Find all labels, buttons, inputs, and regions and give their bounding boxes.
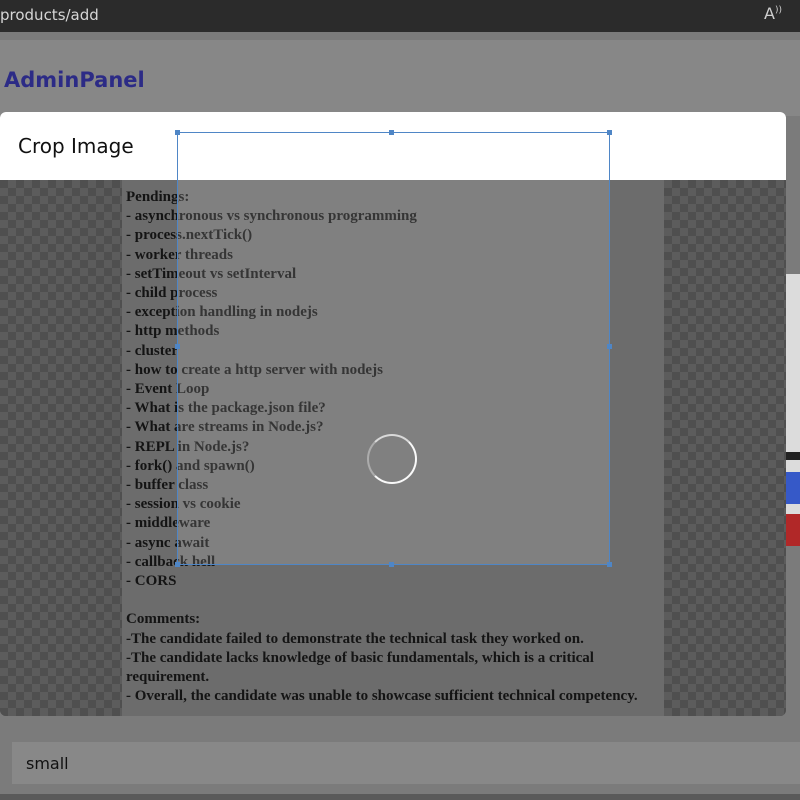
document-line: - CORS — [126, 573, 177, 590]
document-line: -The candidate lacks knowledge of basic … — [126, 649, 598, 686]
document-line: Comments: — [126, 611, 201, 628]
crop-handle-right[interactable] — [607, 344, 612, 349]
crop-handle-top[interactable] — [389, 130, 394, 135]
size-field[interactable]: small — [12, 742, 800, 784]
read-aloud-icon[interactable]: A)) — [764, 4, 786, 26]
address-url[interactable]: products/add — [0, 6, 99, 24]
loading-spinner-icon — [367, 434, 417, 484]
crop-handle-left[interactable] — [175, 344, 180, 349]
background-content-peek — [786, 274, 800, 546]
size-field-value: small — [26, 754, 69, 773]
crop-handle-bottom-right[interactable] — [607, 562, 612, 567]
app-header: AdminPanel — [0, 40, 800, 116]
browser-address-bar[interactable]: products/add A)) — [0, 0, 800, 32]
crop-handle-top-left[interactable] — [175, 130, 180, 135]
document-line: -The candidate failed to demonstrate the… — [126, 630, 584, 647]
crop-handle-top-right[interactable] — [607, 130, 612, 135]
crop-handle-bottom[interactable] — [389, 562, 394, 567]
bottom-divider — [0, 794, 800, 800]
modal-title: Crop Image — [18, 134, 134, 158]
brand-logo-text[interactable]: AdminPanel — [4, 68, 145, 92]
crop-handle-bottom-left[interactable] — [175, 562, 180, 567]
document-line: - Overall, the candidate was unable to s… — [126, 688, 638, 705]
crop-selection-box[interactable] — [175, 130, 612, 567]
